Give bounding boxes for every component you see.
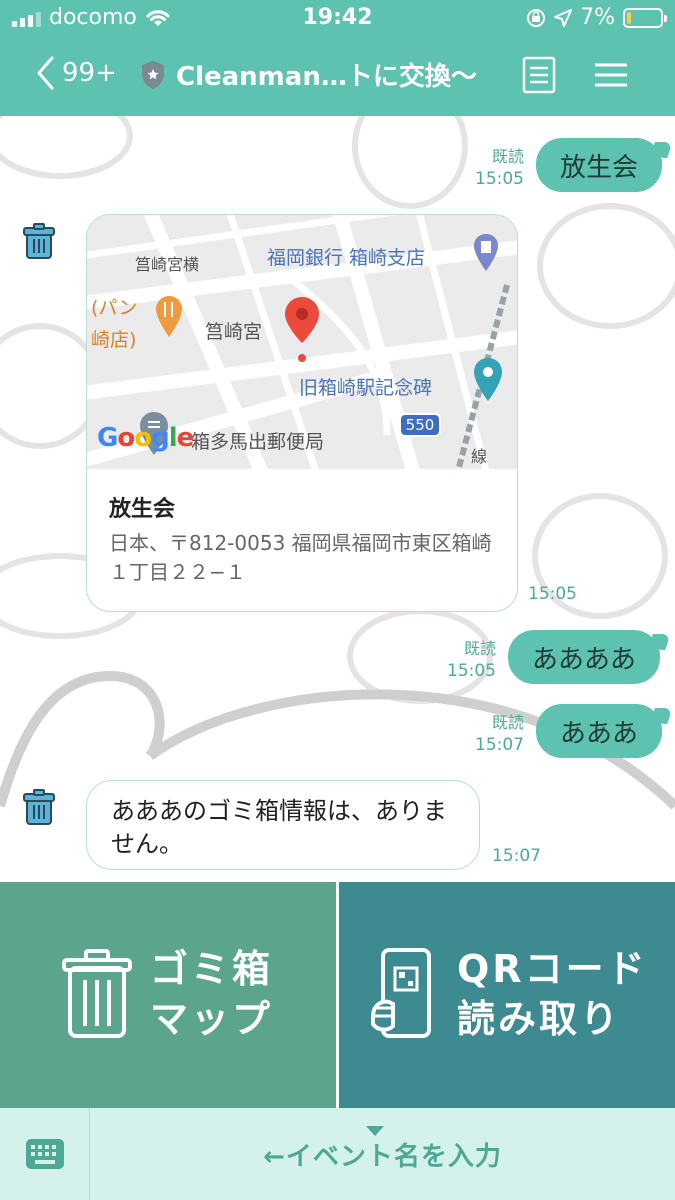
- map-label: 崎店): [91, 329, 137, 351]
- back-button[interactable]: 99+: [36, 56, 117, 90]
- map-preview[interactable]: 筥崎宮横 福岡銀行 箱崎支店 (パン 崎店) 筥崎宮 旧箱崎駅記念碑 箱多馬出郵…: [87, 215, 517, 469]
- read-receipt: 既読: [491, 147, 524, 166]
- message-text: あああ: [560, 718, 639, 749]
- message-time: 15:07: [475, 735, 524, 755]
- message-text: あああのゴミ箱情報は、ありません。: [111, 797, 447, 858]
- trash-map-button[interactable]: ゴミ箱 マップ: [0, 882, 336, 1108]
- google-logo-letter: g: [151, 423, 170, 453]
- status-bar: docomo 19:42 7%: [0, 0, 675, 36]
- map-label: 線: [471, 447, 488, 466]
- google-logo-letter: o: [117, 423, 135, 453]
- map-label: 旧箱崎駅記念碑: [299, 377, 433, 399]
- chevron-left-icon: [37, 56, 54, 90]
- map-pin-icon: [285, 297, 319, 362]
- keyboard-toggle-button[interactable]: [0, 1108, 90, 1200]
- rich-menu: ゴミ箱 マップ QRコード 読み取り: [0, 882, 675, 1108]
- label-line: 読み取り: [457, 997, 622, 1041]
- message-meta: 既読 15:07: [456, 712, 524, 756]
- label-line: マップ: [150, 997, 274, 1041]
- place-address: 日本、〒812-0053 福岡県福岡市東区箱崎１丁目２２−１: [109, 531, 492, 584]
- google-logo-letter: e: [176, 423, 195, 453]
- map-label: 筥崎宮: [205, 321, 263, 343]
- google-logo: Google: [97, 423, 195, 453]
- monument-pin-icon: [474, 358, 502, 401]
- message-meta: 既読 15:05: [428, 638, 496, 682]
- trash-map-label: ゴミ箱 マップ: [150, 944, 273, 1044]
- message-text: ああああ: [532, 644, 637, 675]
- label-line: ゴミ箱: [150, 947, 274, 991]
- map-label: 筥崎宮横: [135, 255, 200, 274]
- message-text: 放生会: [560, 152, 639, 183]
- outgoing-message-bubble[interactable]: あああ: [536, 704, 663, 758]
- unread-count: 99+: [62, 58, 117, 88]
- battery-icon: [623, 7, 667, 28]
- bot-avatar-trashcan-icon[interactable]: [20, 222, 58, 260]
- map-label: 福岡銀行 箱崎支店: [267, 247, 426, 269]
- outgoing-message-bubble[interactable]: ああああ: [508, 630, 661, 684]
- input-bar: ←イベント名を入力: [0, 1108, 675, 1200]
- google-logo-letter: l: [168, 423, 178, 453]
- qr-scan-button[interactable]: QRコード 読み取り: [339, 882, 675, 1108]
- trash-can-icon: [62, 949, 132, 1038]
- google-logo-letter: o: [134, 423, 152, 453]
- message-meta: 既読 15:05: [456, 146, 524, 190]
- message-time: 15:07: [492, 846, 541, 866]
- chat-header: 99+ Cleanman…トに交換〜: [0, 36, 675, 116]
- chat-title-text: Cleanman…トに交換〜: [176, 62, 477, 92]
- message-time: 15:05: [475, 169, 524, 189]
- event-name-input[interactable]: ←イベント名を入力: [90, 1108, 675, 1200]
- notes-icon[interactable]: [522, 56, 556, 94]
- hamburger-menu-icon[interactable]: [594, 62, 628, 88]
- location-icon: [554, 8, 573, 27]
- outgoing-message-bubble[interactable]: 放生会: [536, 138, 663, 192]
- message-time: 15:05: [528, 584, 577, 604]
- chat-title[interactable]: Cleanman…トに交換〜: [140, 56, 477, 93]
- keyboard-icon: [25, 1139, 64, 1169]
- read-receipt: 既読: [463, 639, 496, 658]
- battery-percent: 7%: [580, 5, 615, 30]
- status-right: 7%: [526, 5, 667, 30]
- route-badge: 550: [399, 413, 441, 437]
- place-name: 放生会: [109, 497, 176, 522]
- read-receipt: 既読: [491, 713, 524, 732]
- phone-qr-icon: [371, 948, 431, 1038]
- google-logo-letter: G: [97, 423, 118, 453]
- bot-avatar-trashcan-icon[interactable]: [20, 788, 58, 826]
- chat-area[interactable]: 既読 15:05 放生会 筥崎宮横 福岡銀行 箱崎支店 (パン 崎店) 筥崎宮 …: [0, 116, 675, 882]
- restaurant-pin-icon: [156, 296, 182, 337]
- rotation-lock-icon: [527, 8, 546, 27]
- incoming-message-bubble[interactable]: あああのゴミ箱情報は、ありません。: [86, 780, 480, 870]
- bank-pin-icon: [474, 234, 498, 271]
- qr-scan-label: QRコード 読み取り: [457, 944, 648, 1044]
- message-time: 15:05: [447, 661, 496, 681]
- location-card[interactable]: 筥崎宮横 福岡銀行 箱崎支店 (パン 崎店) 筥崎宮 旧箱崎駅記念碑 箱多馬出郵…: [86, 214, 518, 612]
- map-label: (パン: [91, 297, 138, 319]
- label-line: QRコード: [457, 947, 648, 991]
- official-shield-icon: [142, 60, 164, 89]
- map-label: 箱多馬出郵便局: [191, 431, 325, 453]
